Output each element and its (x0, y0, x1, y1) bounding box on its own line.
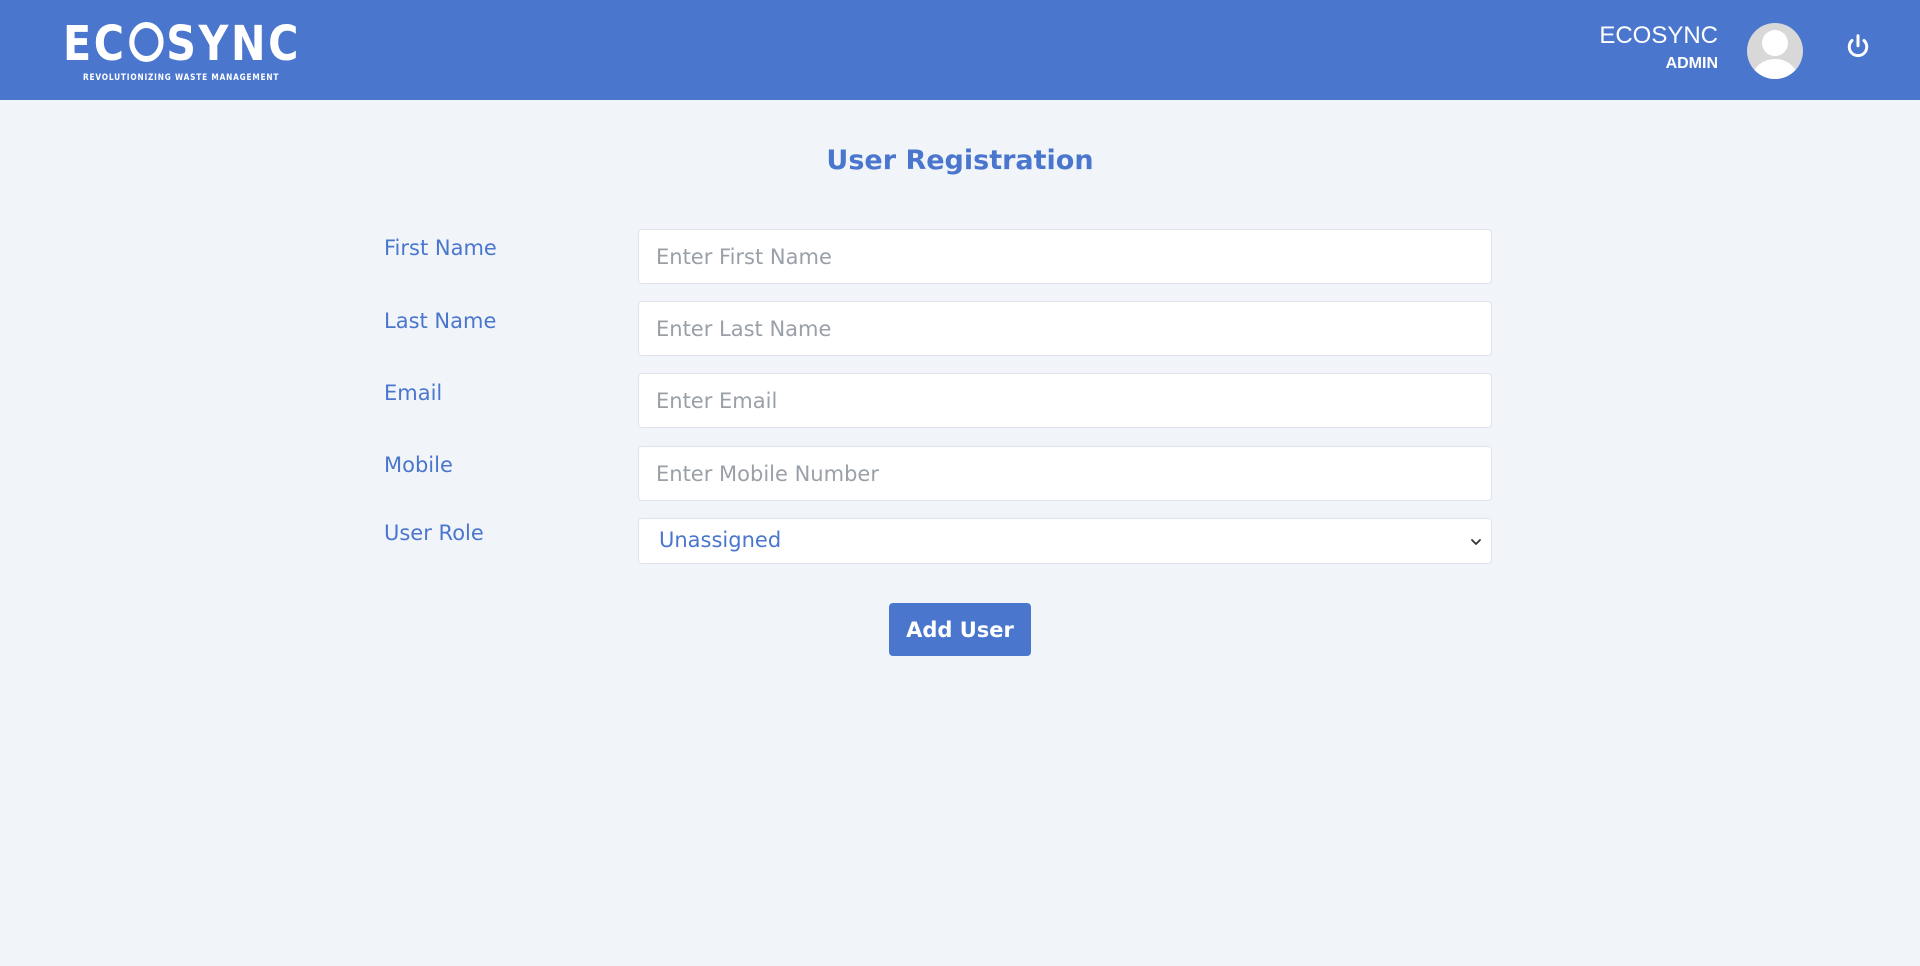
first-name-input[interactable] (638, 229, 1492, 284)
user-role-selected-value: Unassigned (659, 528, 782, 552)
email-label: Email (384, 381, 443, 405)
logo-wordmark: EC SYNC (63, 16, 302, 72)
top-navbar: EC SYNC REVOLUTIONIZING WASTE MANAGEMENT … (0, 0, 1920, 100)
first-name-label: First Name (384, 236, 497, 260)
mobile-input[interactable] (638, 446, 1492, 501)
user-role-select[interactable]: Unassigned (638, 518, 1492, 564)
power-icon[interactable] (1843, 32, 1873, 62)
email-input[interactable] (638, 373, 1492, 428)
page-title: User Registration (826, 145, 1094, 176)
chevron-down-icon (1471, 539, 1481, 545)
logo-tagline: REVOLUTIONIZING WASTE MANAGEMENT (83, 73, 280, 83)
mobile-label: Mobile (384, 453, 453, 477)
user-role: ADMIN (1665, 55, 1718, 72)
user-role-label: User Role (384, 521, 484, 545)
user-name: ECOSYNC (1599, 22, 1718, 49)
ecosync-logo[interactable]: EC SYNC REVOLUTIONIZING WASTE MANAGEMENT (63, 18, 298, 88)
add-user-button[interactable]: Add User (889, 603, 1031, 656)
last-name-input[interactable] (638, 301, 1492, 356)
user-avatar-icon[interactable] (1747, 23, 1803, 79)
last-name-label: Last Name (384, 309, 497, 333)
